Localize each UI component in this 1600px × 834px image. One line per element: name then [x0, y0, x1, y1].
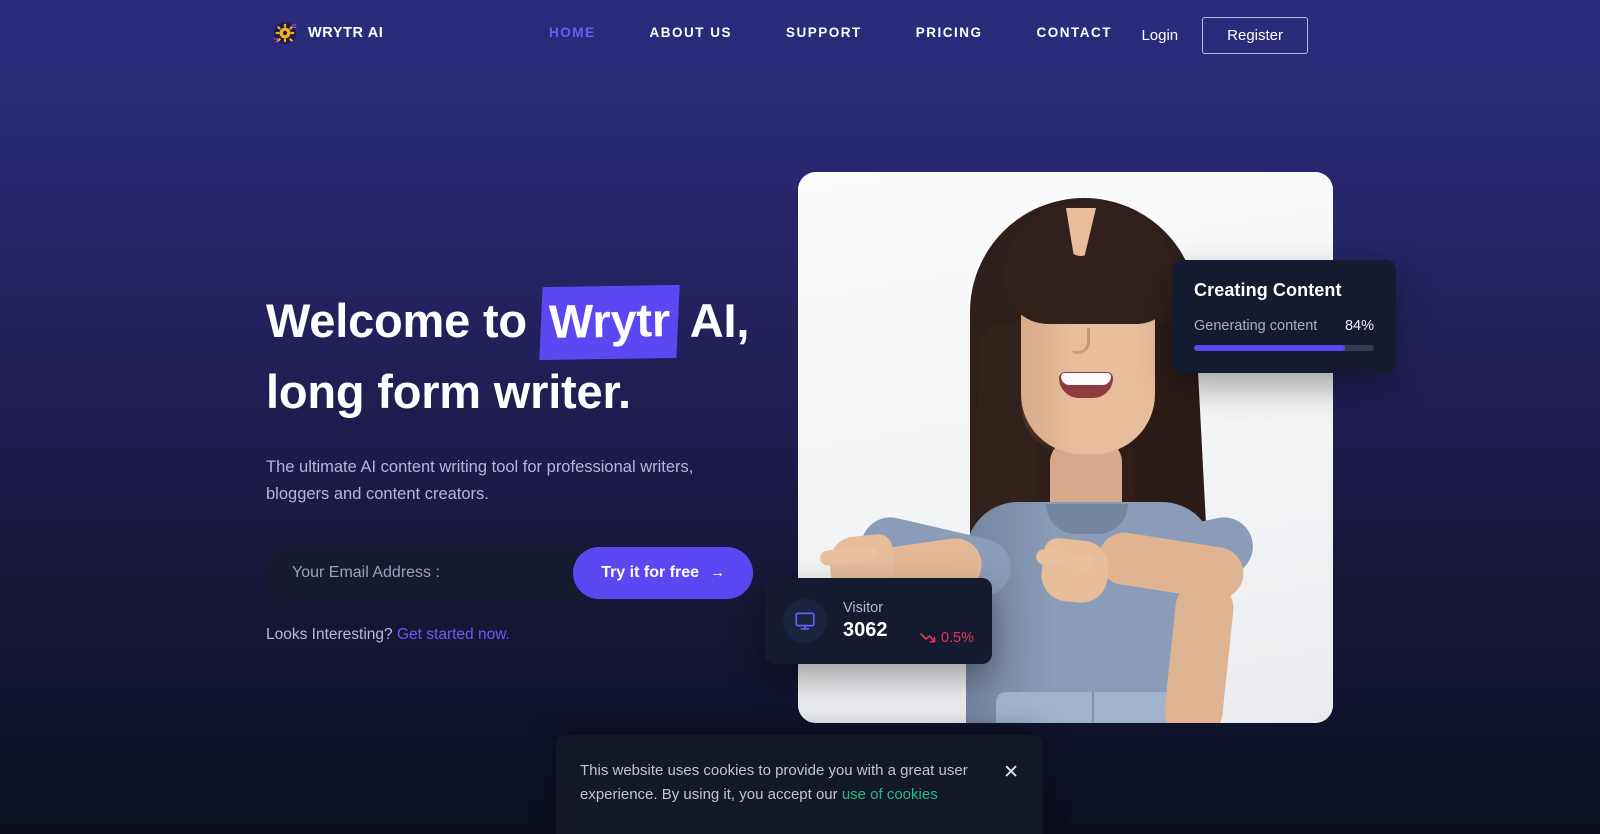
gear-sun-icon: [272, 20, 298, 46]
brand-name: WRYTR AI: [308, 25, 384, 41]
get-started-line: Looks Interesting? Get started now.: [266, 626, 786, 644]
visitor-delta: 0.5%: [920, 630, 974, 664]
nav-link-pricing[interactable]: PRICING: [889, 25, 1010, 40]
headline-highlight-text: Wrytr: [548, 293, 671, 348]
get-started-link[interactable]: Get started now.: [397, 626, 510, 643]
progress-track: [1194, 345, 1374, 351]
register-button[interactable]: Register: [1202, 17, 1308, 54]
visitor-value: 3062: [843, 619, 888, 641]
nav-auth-group: Login Register: [1137, 17, 1308, 54]
progress-fill: [1194, 345, 1346, 351]
try-it-for-free-button[interactable]: Try it for free →: [573, 546, 753, 599]
headline-part-1: Welcome to: [266, 294, 527, 347]
nav-link-contact[interactable]: CONTACT: [1010, 25, 1140, 40]
progress-label: Generating content: [1194, 318, 1318, 334]
headline-highlight: Wrytr: [539, 284, 680, 360]
trend-down-icon: [920, 633, 936, 643]
main-navbar: WRYTR AI HOME ABOUT US SUPPORT PRICING C…: [0, 0, 1600, 70]
headline-part-2: AI,: [689, 294, 750, 347]
progress-percent: 84%: [1344, 318, 1374, 334]
page-title: Welcome to Wrytr AI, long form writer.: [266, 284, 786, 425]
cookie-banner-text: This website uses cookies to provide you…: [580, 759, 990, 808]
nav-links: HOME ABOUT US SUPPORT PRICING CONTACT: [522, 25, 1139, 40]
nav-link-support[interactable]: SUPPORT: [759, 25, 889, 40]
headline-line-2: long form writer.: [266, 364, 631, 418]
brand-logo[interactable]: WRYTR AI: [272, 20, 383, 46]
nav-link-about-us[interactable]: ABOUT US: [623, 25, 760, 40]
hero-text-block: Welcome to Wrytr AI, long form writer. T…: [266, 284, 786, 644]
nav-link-home[interactable]: HOME: [522, 25, 623, 40]
arrow-right-icon: →: [710, 564, 725, 582]
hero-subtext: The ultimate AI content writing tool for…: [266, 458, 694, 504]
cookie-banner: This website uses cookies to provide you…: [556, 735, 1043, 834]
visitor-label: Visitor: [843, 600, 884, 616]
close-icon[interactable]: ✕: [993, 759, 1021, 782]
monitor-icon: [783, 599, 827, 643]
try-it-for-free-label: Try it for free: [601, 563, 699, 581]
visitor-stat-card: Visitor 3062 0.5%: [765, 578, 992, 664]
get-started-prefix: Looks Interesting?: [266, 625, 397, 643]
creating-content-progress-row: Generating content 84%: [1194, 318, 1374, 334]
creating-content-card: Creating Content Generating content 84%: [1172, 260, 1396, 373]
visitor-delta-text: 0.5%: [940, 630, 974, 646]
use-of-cookies-link[interactable]: use of cookies: [842, 786, 938, 803]
visitor-stat-text: Visitor 3062: [843, 600, 888, 642]
creating-content-title: Creating Content: [1194, 280, 1342, 300]
email-signup-form: Try it for free →: [266, 546, 753, 599]
login-link[interactable]: Login: [1137, 21, 1182, 50]
